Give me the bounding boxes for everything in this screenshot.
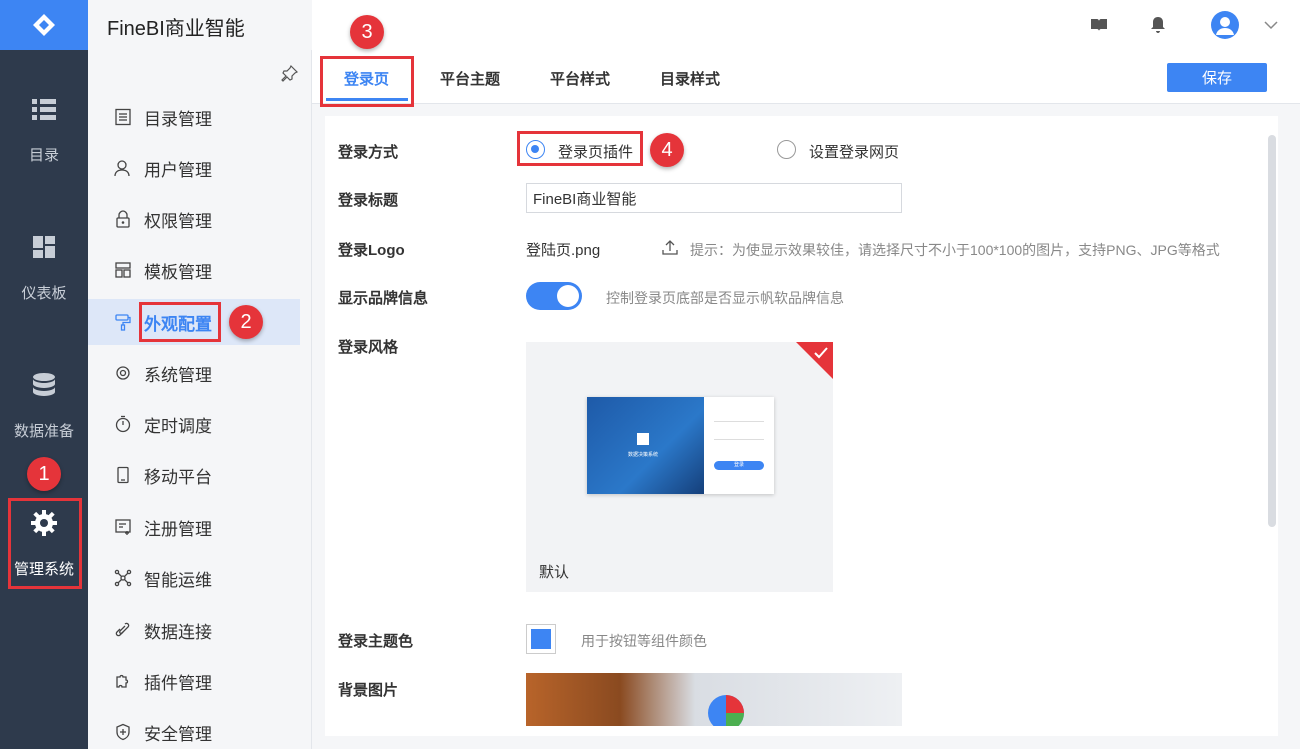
- catalog-icon: [115, 108, 131, 126]
- app-logo[interactable]: [0, 0, 88, 50]
- pin-icon[interactable]: [281, 64, 299, 82]
- brand-info-hint: 控制登录页底部是否显示帆软品牌信息: [606, 290, 844, 306]
- preview-login-button: 登录: [714, 461, 764, 470]
- annotation-badge-4: 4: [650, 133, 684, 167]
- theme-color-label: 登录主题色: [338, 633, 414, 650]
- radio-custom-login-page-label[interactable]: 设置登录网页: [809, 141, 899, 162]
- rail-item-data-prep[interactable]: 数据准备: [0, 372, 88, 441]
- puzzle-icon: [116, 674, 129, 688]
- login-title-label: 登录标题: [338, 192, 399, 209]
- sidebar-item-users[interactable]: 用户管理: [88, 145, 300, 191]
- sidebar-item-label: 智能运维: [144, 570, 212, 590]
- annotation-box-3: [320, 56, 414, 107]
- annotation-badge-3: 3: [350, 15, 384, 49]
- rail-item-label: 仪表板: [21, 285, 67, 302]
- sidebar-item-permissions[interactable]: 权限管理: [88, 196, 300, 242]
- mobile-icon: [117, 466, 129, 484]
- dashboard-icon: [33, 236, 55, 258]
- radio-custom-login-page[interactable]: [777, 140, 796, 159]
- rail-item-label: 数据准备: [13, 423, 74, 440]
- sidebar-item-data-connection[interactable]: 数据连接: [88, 607, 300, 653]
- sidebar-item-label: 用户管理: [144, 160, 212, 180]
- sidebar-item-schedule[interactable]: 定时调度: [88, 401, 300, 447]
- sidebar-item-label: 数据连接: [144, 622, 212, 642]
- annotation-badge-1: 1: [27, 457, 61, 491]
- preview-username-line: [714, 421, 764, 422]
- register-icon: [115, 519, 131, 535]
- shield-icon: [116, 723, 130, 741]
- list-icon: [32, 99, 56, 120]
- sidebar-item-register[interactable]: 注册管理: [88, 504, 300, 550]
- sidebar-item-ops[interactable]: 智能运维: [88, 555, 300, 601]
- annotation-box-2: [139, 302, 221, 342]
- rail-item-catalog[interactable]: 目录: [0, 96, 88, 165]
- user-icon: [1216, 17, 1234, 35]
- sidebar-item-label: 模板管理: [144, 262, 212, 282]
- login-logo-label: 登录Logo: [338, 242, 405, 259]
- annotation-box-1: [8, 498, 82, 589]
- pie-chart-icon: [708, 695, 744, 726]
- login-method-label: 登录方式: [338, 144, 399, 161]
- sidebar-item-plugins[interactable]: 插件管理: [88, 658, 300, 704]
- rail-item-label: 目录: [28, 147, 59, 164]
- scrollbar[interactable]: [1268, 135, 1276, 527]
- sidebar-item-catalog[interactable]: 目录管理: [88, 94, 300, 140]
- sidebar-item-templates[interactable]: 模板管理: [88, 247, 300, 293]
- logo-icon: [33, 14, 55, 36]
- database-icon: [33, 373, 55, 396]
- style-card-caption: 默认: [539, 564, 570, 581]
- sidebar-item-label: 插件管理: [144, 673, 212, 693]
- preview-system-name: 数据决策系统: [628, 452, 659, 458]
- paint-roller-icon: [115, 314, 131, 331]
- logo-hint: 提示：为使显示效果较佳，请选择尺寸不小于100*100的图片，支持PNG、JPG…: [690, 242, 1220, 258]
- login-style-label: 登录风格: [338, 339, 399, 356]
- rail-item-dashboard[interactable]: 仪表板: [0, 234, 88, 303]
- network-icon: [114, 569, 132, 587]
- sidebar-item-label: 定时调度: [144, 416, 212, 436]
- brand-info-label: 显示品牌信息: [338, 290, 429, 307]
- theme-color-picker[interactable]: [526, 624, 556, 654]
- user-icon: [114, 160, 130, 177]
- annotation-badge-2: 2: [229, 305, 263, 339]
- save-button[interactable]: 保存: [1167, 63, 1267, 92]
- sidebar-item-mobile[interactable]: 移动平台: [88, 452, 300, 498]
- link-icon: [115, 622, 130, 637]
- tab-catalog-style[interactable]: 目录样式: [660, 68, 720, 89]
- annotation-box-4: [517, 131, 643, 166]
- sidebar-item-label: 移动平台: [144, 467, 212, 487]
- timer-icon: [115, 415, 131, 433]
- book-icon[interactable]: [1089, 15, 1109, 35]
- sidebar-item-security[interactable]: 安全管理: [88, 709, 300, 749]
- template-icon: [115, 262, 131, 278]
- avatar[interactable]: [1211, 11, 1239, 39]
- app-title: FineBI商业智能: [107, 18, 245, 40]
- tab-platform-theme[interactable]: 平台主题: [440, 68, 500, 89]
- theme-color-hint: 用于按钮等组件颜色: [581, 633, 707, 649]
- bell-icon[interactable]: [1148, 15, 1168, 35]
- sidebar-item-label: 系统管理: [144, 365, 212, 385]
- logo-filename: 登陆页.png: [526, 242, 601, 259]
- preview-banner: 数据决策系统: [587, 397, 704, 494]
- upload-icon[interactable]: [661, 238, 679, 256]
- brand-info-toggle[interactable]: [526, 282, 582, 310]
- theme-color-chip: [531, 629, 551, 649]
- background-image-label: 背景图片: [338, 682, 399, 699]
- sidebar-item-label: 安全管理: [144, 724, 212, 744]
- sidebar-item-label: 注册管理: [144, 519, 212, 539]
- chevron-down-icon[interactable]: [1261, 15, 1281, 35]
- sidebar-item-label: 权限管理: [144, 211, 212, 231]
- login-style-preview: 数据决策系统 登录: [587, 397, 774, 494]
- check-icon: [814, 347, 828, 359]
- sidebar-item-system[interactable]: 系统管理: [88, 350, 300, 396]
- preview-logo-icon: [637, 433, 649, 445]
- login-title-input[interactable]: [526, 183, 902, 213]
- gear-icon: [116, 366, 130, 380]
- sidebar-item-label: 目录管理: [144, 109, 212, 129]
- background-image-preview[interactable]: [526, 673, 902, 726]
- lock-icon: [116, 210, 130, 228]
- tab-platform-style[interactable]: 平台样式: [550, 68, 610, 89]
- preview-password-line: [714, 439, 764, 440]
